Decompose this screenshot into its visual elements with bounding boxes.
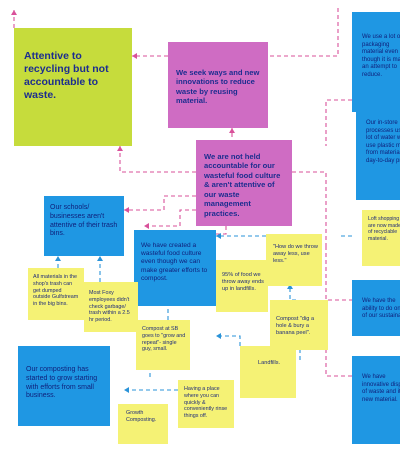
- connector-right-column: [325, 99, 352, 146]
- note-text: Our schools/ businesses aren't attentive…: [50, 204, 118, 238]
- note-ability-sustainable: We have the ability to do on all of our …: [352, 280, 400, 336]
- note-text: All materials in the shop's trash can ge…: [33, 274, 79, 307]
- note-wasteful-food-culture: We have created a wasteful food culture …: [134, 230, 216, 306]
- note-in-store-processes: Our in-store processes use a lot of wate…: [356, 104, 400, 200]
- arrowhead: [11, 10, 17, 15]
- note-foxy-employees: Most Foxy employees didn't check garbage…: [84, 282, 138, 332]
- arrowhead: [124, 207, 129, 213]
- connector-bottom-right: [325, 300, 352, 377]
- note-not-held-accountable: We are not held accountable for our wast…: [196, 140, 292, 226]
- note-text: Compost "dig a hole & bury a banana peel…: [276, 316, 315, 336]
- note-text: We have created a wasteful food culture …: [141, 242, 208, 282]
- note-text: We are not held accountable for our wast…: [204, 152, 281, 218]
- note-text: Our composting has started to grow start…: [26, 366, 98, 400]
- note-text: 95% of food we throw away ends up in lan…: [222, 272, 264, 292]
- note-compost-sb: Compost at SB goes to "grow and repeat"-…: [136, 320, 190, 370]
- note-all-materials: All materials in the shop's trash can ge…: [28, 268, 84, 320]
- note-schools-businesses: Our schools/ businesses aren't attentive…: [44, 196, 124, 256]
- note-text: Compost at SB goes to "grow and repeat"-…: [142, 326, 186, 353]
- note-text: We seek ways and new innovations to redu…: [176, 68, 260, 106]
- note-text: Most Foxy employees didn't check garbage…: [89, 290, 130, 323]
- note-throw-away-less: "How do we throw away less, use less.": [266, 234, 322, 286]
- note-landfills: Landfills.: [240, 346, 296, 398]
- connector-notaccountable-to-lime: [119, 146, 196, 173]
- note-text: Loft shopping bags are now made out of r…: [368, 216, 400, 242]
- note-text: Having a place where you can quickly & c…: [184, 386, 228, 419]
- arrowhead: [97, 256, 103, 261]
- arrowhead: [132, 53, 137, 59]
- arrowhead: [216, 333, 221, 339]
- arrowhead: [55, 256, 61, 261]
- arrowhead: [144, 223, 149, 229]
- note-loft-shopping-bags: Loft shopping bags are now made out of r…: [362, 210, 400, 266]
- note-text: "How do we throw away less, use less.": [273, 244, 318, 264]
- note-rinse-place: Having a place where you can quickly & c…: [178, 380, 234, 428]
- note-growth-composting: Growth Composting.: [118, 404, 168, 444]
- connector-to-schools: [124, 195, 196, 211]
- note-composting-grow: Our composting has started to grow start…: [18, 346, 110, 426]
- note-text: We use a lot of packaging material even …: [362, 34, 400, 78]
- connector-lower-right: [325, 246, 352, 301]
- note-text: We have innovative dispose of waste and …: [362, 374, 400, 403]
- note-text: Our in-store processes use a lot of wate…: [366, 120, 400, 164]
- note-text: Landfills.: [258, 360, 281, 366]
- note-text: Attentive to recycling but not accountab…: [24, 50, 109, 102]
- arrowhead: [229, 128, 235, 133]
- connector-innovations-from-right: [268, 8, 339, 57]
- note-text: Growth Composting.: [126, 410, 157, 423]
- note-compost-banana: Compost "dig a hole & bury a banana peel…: [270, 300, 328, 350]
- note-seek-innovations: We seek ways and new innovations to redu…: [168, 42, 268, 128]
- affinity-diagram-board: Attentive to recycling but not accountab…: [0, 0, 400, 471]
- note-packaging-material: We use a lot of packaging material even …: [352, 12, 400, 112]
- note-innovative-dispose: We have innovative dispose of waste and …: [352, 356, 400, 444]
- note-text: We have the ability to do on all of our …: [362, 298, 400, 319]
- note-95-percent-landfills: 95% of food we throw away ends up in lan…: [216, 260, 268, 312]
- arrowhead: [124, 387, 129, 393]
- arrowhead: [117, 146, 123, 151]
- connector-to-food-culture: [144, 209, 196, 227]
- note-attentive-to-recycling: Attentive to recycling but not accountab…: [14, 28, 132, 146]
